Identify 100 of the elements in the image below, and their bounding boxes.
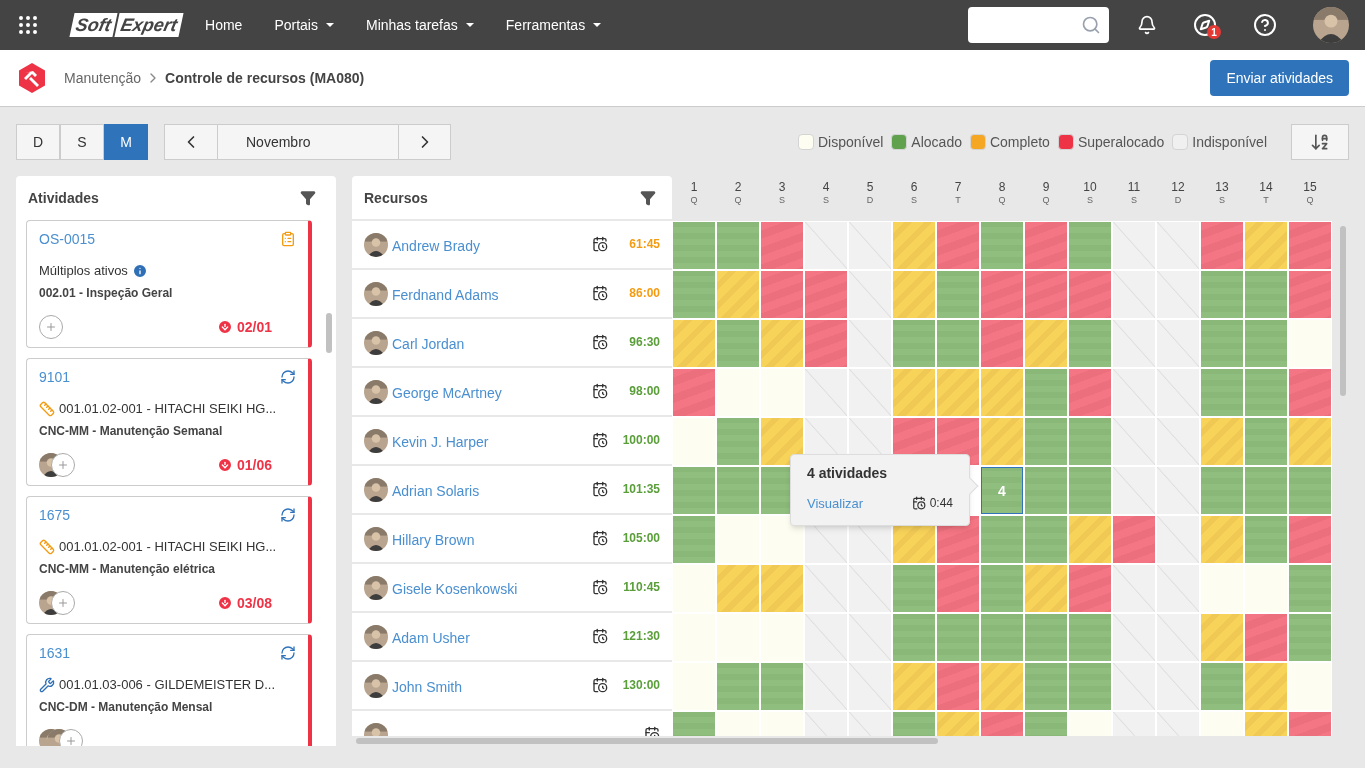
resource-row[interactable]: Ferdnand Adams 86:00 [352,270,672,319]
resource-name[interactable]: Adrian Solaris [392,481,480,501]
calendar-cell[interactable] [673,369,715,416]
view-tab[interactable]: D [16,124,60,160]
compass-icon[interactable] [1193,13,1217,37]
calendar-cell[interactable] [1157,320,1199,367]
calendar-cell[interactable] [981,320,1023,367]
calendar-cell[interactable] [761,516,803,563]
apps-icon[interactable] [16,13,40,37]
calendar-cell[interactable] [849,565,891,612]
scrollbar[interactable] [1340,226,1346,396]
calendar-cell[interactable] [1201,222,1243,269]
sort-button[interactable] [1291,124,1349,160]
calendar-cell[interactable] [937,565,979,612]
calendar-cell[interactable] [1157,467,1199,514]
calendar-cell[interactable] [1113,467,1155,514]
resource-row[interactable]: Adrian Solaris 101:35 [352,466,672,515]
menu-item[interactable]: Ferramentas [505,15,602,35]
scrollbar[interactable] [356,738,938,744]
calendar-cell[interactable] [1113,222,1155,269]
calendar-cell[interactable] [981,369,1023,416]
calendar-icon[interactable] [592,579,608,595]
calendar-cell[interactable] [1025,320,1067,367]
resource-row[interactable]: Gisele Kosenkowski 110:45 [352,564,672,613]
menu-item[interactable]: Home [205,15,243,35]
calendar-icon[interactable] [592,481,608,497]
view-link[interactable]: Visualizar [807,493,864,513]
calendar-cell[interactable] [1025,369,1067,416]
calendar-cell[interactable] [805,222,847,269]
calendar-cell[interactable] [1289,369,1331,416]
calendar-cell[interactable] [849,222,891,269]
calendar-cell[interactable] [1289,222,1331,269]
menu-item[interactable]: Minhas tarefas [365,15,474,35]
calendar-cell[interactable] [1157,614,1199,661]
calendar-cell[interactable] [761,565,803,612]
resource-row[interactable]: Carl Jordan 96:30 [352,319,672,368]
resource-name[interactable]: Andrew Brady [392,236,480,256]
calendar-cell[interactable] [1201,516,1243,563]
period-field[interactable]: Novembro [218,124,398,160]
help-icon[interactable] [1253,13,1277,37]
view-tab[interactable]: S [60,124,104,160]
calendar-cell[interactable] [1025,663,1067,710]
calendar-cell[interactable] [981,516,1023,563]
calendar-cell[interactable] [981,565,1023,612]
calendar-cell[interactable] [761,320,803,367]
calendar-cell[interactable] [1245,320,1287,367]
calendar-cell[interactable] [1069,418,1111,465]
resource-row[interactable]: Kevin J. Harper 100:00 [352,417,672,466]
calendar-cell[interactable] [1289,467,1331,514]
add-assignee-button[interactable] [51,591,75,615]
calendar-cell[interactable] [1289,418,1331,465]
calendar-cell[interactable] [805,614,847,661]
calendar-cell[interactable] [937,663,979,710]
calendar-cell[interactable] [1157,516,1199,563]
calendar-cell[interactable] [849,614,891,661]
menu-item[interactable]: Portais [274,15,334,35]
calendar-cell[interactable] [937,320,979,367]
calendar-cell[interactable] [1245,663,1287,710]
calendar-cell[interactable] [937,369,979,416]
resource-row[interactable]: Andrew Brady 61:45 [352,221,672,270]
calendar-cell[interactable] [1201,614,1243,661]
calendar-cell[interactable] [1245,369,1287,416]
resource-name[interactable]: Kevin J. Harper [392,432,489,452]
calendar-cell[interactable] [1069,271,1111,318]
calendar-cell[interactable] [1245,271,1287,318]
activity-id[interactable]: OS-0015 [39,229,96,249]
calendar-cell[interactable] [761,222,803,269]
calendar-cell[interactable] [717,418,759,465]
calendar-cell[interactable] [893,271,935,318]
filter-icon[interactable] [300,190,316,206]
calendar-cell[interactable] [1245,418,1287,465]
resource-name[interactable]: Hillary Brown [392,530,475,550]
resource-row[interactable]: Adam Usher 121:30 [352,613,672,662]
calendar-cell[interactable] [717,565,759,612]
calendar-cell[interactable] [893,614,935,661]
activity-id[interactable]: 9101 [39,367,71,387]
calendar-cell[interactable] [1289,614,1331,661]
calendar-cell[interactable] [1025,222,1067,269]
calendar-cell[interactable] [1025,418,1067,465]
search-icon[interactable] [1081,15,1101,35]
calendar-cell[interactable] [1245,614,1287,661]
calendar-cell[interactable] [1245,516,1287,563]
activity-card[interactable]: 9101 001.01.02-001 - HITACHI SEIKI HG... CNC-MM - Manutenção Semanal 01/06 [26,358,312,486]
resource-name[interactable]: Adam Usher [392,628,470,648]
calendar-cell[interactable] [1289,271,1331,318]
activity-id[interactable]: 1631 [39,643,71,663]
calendar-cell[interactable] [717,663,759,710]
calendar-cell[interactable] [1069,369,1111,416]
calendar-cell[interactable] [717,222,759,269]
calendar-cell[interactable] [673,320,715,367]
calendar-cell[interactable] [673,271,715,318]
calendar-icon[interactable] [592,285,608,301]
previous-button[interactable] [164,124,218,160]
search-field[interactable] [968,7,1109,43]
activity-id[interactable]: 1675 [39,505,71,525]
calendar-cell[interactable]: 4 [981,467,1023,514]
calendar-cell[interactable] [1113,614,1155,661]
activity-card[interactable]: 1631 001.01.03-006 - GILDEMEISTER D... CNC-DM - Manutenção Mensal [26,634,312,746]
calendar-icon[interactable] [592,383,608,399]
calendar-cell[interactable] [937,614,979,661]
